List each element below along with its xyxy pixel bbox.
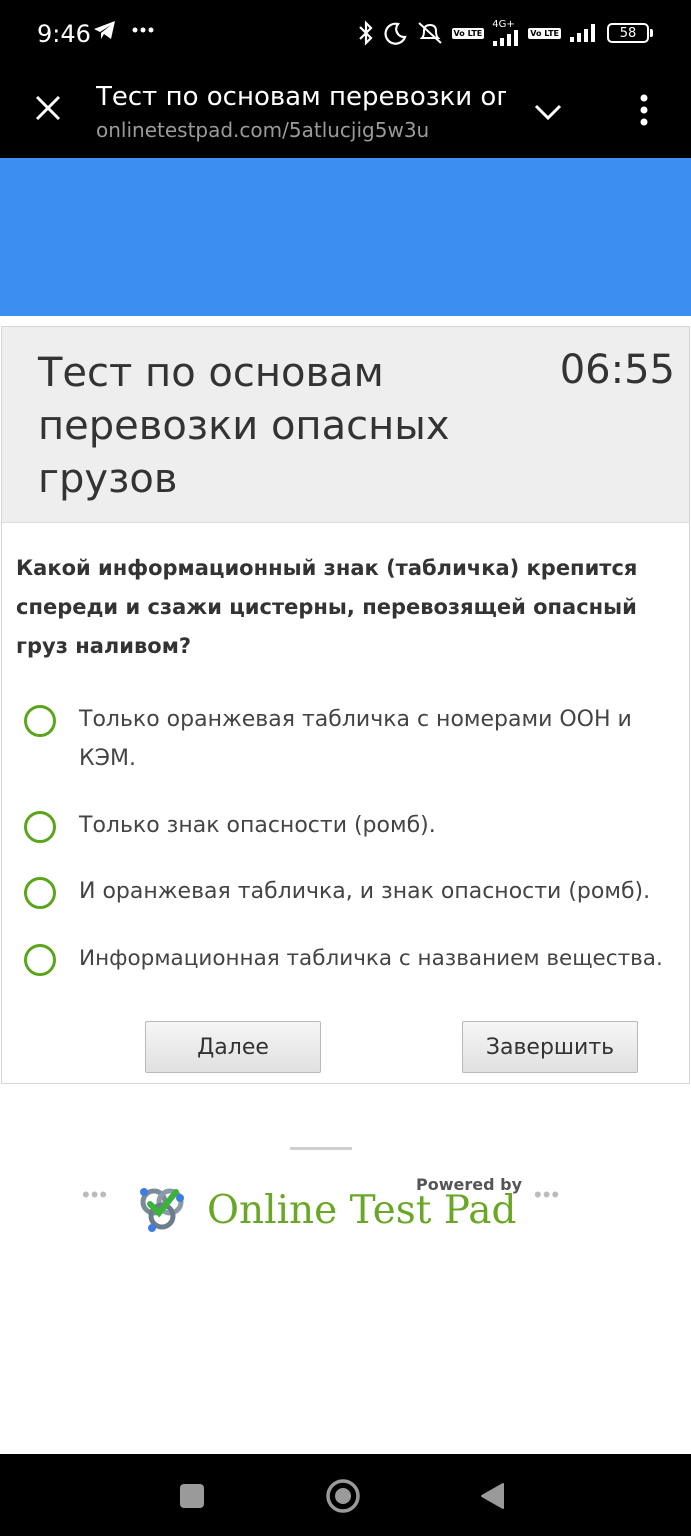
screen: 9:46 Vo LTE 4G+ Vo LTE 58 Тест по основа…	[0, 0, 691, 1536]
status-left-icons	[92, 18, 154, 42]
dots-right: •••	[534, 1182, 561, 1207]
online-test-pad-logo-icon[interactable]	[132, 1178, 192, 1238]
answer-option-label: Только знак опасности (ромб).	[79, 813, 436, 838]
volte-badge-2: Vo LTE	[528, 27, 561, 39]
chevron-down-icon	[534, 104, 562, 121]
more-dots-icon	[132, 27, 154, 33]
next-button[interactable]: Далее	[145, 1021, 321, 1073]
square-icon	[180, 1484, 204, 1508]
dots-left: •••	[82, 1182, 109, 1207]
overflow-menu-button[interactable]	[626, 90, 662, 130]
footer-divider	[290, 1147, 352, 1150]
radio-button[interactable]	[24, 705, 56, 737]
bluetooth-icon	[358, 20, 373, 46]
radio-button[interactable]	[24, 944, 56, 976]
test-title: Тест по основам перевозки опасных грузов	[38, 350, 450, 502]
brand-name[interactable]: Online Test Pad	[207, 1188, 517, 1233]
test-card: Тест по основам перевозки опасных грузов…	[1, 326, 690, 1084]
battery-tip	[650, 29, 653, 37]
network-type: 4G+	[492, 19, 515, 30]
question-text: Какой информационный знак (табличка) кре…	[16, 556, 638, 658]
answer-option-label: И оранжевая табличка, и знак опасности (…	[79, 879, 651, 904]
alarm-off-icon	[417, 22, 442, 44]
timer: 06:55	[559, 347, 675, 393]
recents-button[interactable]	[170, 1474, 214, 1518]
answer-option-label: Информационная табличка с названием веще…	[79, 946, 663, 971]
answer-option-label: Только оранжевая табличка с номерами ООН…	[79, 707, 632, 771]
signal-icon-2	[570, 24, 595, 42]
answer-option[interactable]: Только знак опасности (ромб).	[24, 809, 684, 845]
battery-icon: 58	[607, 23, 653, 43]
signal-icon	[493, 30, 519, 46]
kebab-menu-icon	[640, 94, 648, 126]
test-header: Тест по основам перевозки опасных грузов…	[2, 327, 689, 523]
system-nav-bar	[0, 1454, 691, 1536]
back-button[interactable]	[470, 1474, 514, 1518]
signal-group-1: 4G+	[492, 20, 520, 46]
answer-option[interactable]: Только оранжевая табличка с номерами ООН…	[24, 703, 684, 778]
close-icon	[35, 95, 61, 121]
page-title: Тест по основам перевозки оп	[96, 82, 506, 112]
status-bar: 9:46 Vo LTE 4G+ Vo LTE 58	[0, 0, 691, 70]
back-triangle-icon	[481, 1483, 504, 1509]
header-banner	[0, 158, 691, 316]
moon-icon	[384, 22, 407, 45]
finish-button[interactable]: Завершить	[462, 1021, 638, 1073]
telegram-icon	[94, 21, 115, 39]
home-button[interactable]	[321, 1474, 365, 1518]
status-time: 9:46	[37, 20, 91, 48]
radio-button[interactable]	[24, 811, 56, 843]
circle-home-icon	[326, 1479, 360, 1513]
battery-level: 58	[607, 23, 649, 43]
status-right-icons: Vo LTE 4G+ Vo LTE 58	[356, 20, 653, 46]
close-button[interactable]	[30, 90, 66, 126]
answer-option[interactable]: И оранжевая табличка, и знак опасности (…	[24, 875, 684, 911]
radio-button[interactable]	[24, 877, 56, 909]
page-url[interactable]: onlinetestpad.com/5atlucjig5w3u	[96, 118, 429, 142]
expand-button[interactable]	[528, 94, 568, 130]
volte-badge-1: Vo LTE	[451, 27, 485, 39]
custom-tab-toolbar: Тест по основам перевозки оп onlinetestp…	[0, 70, 691, 158]
answer-option[interactable]: Информационная табличка с названием веще…	[24, 942, 684, 978]
